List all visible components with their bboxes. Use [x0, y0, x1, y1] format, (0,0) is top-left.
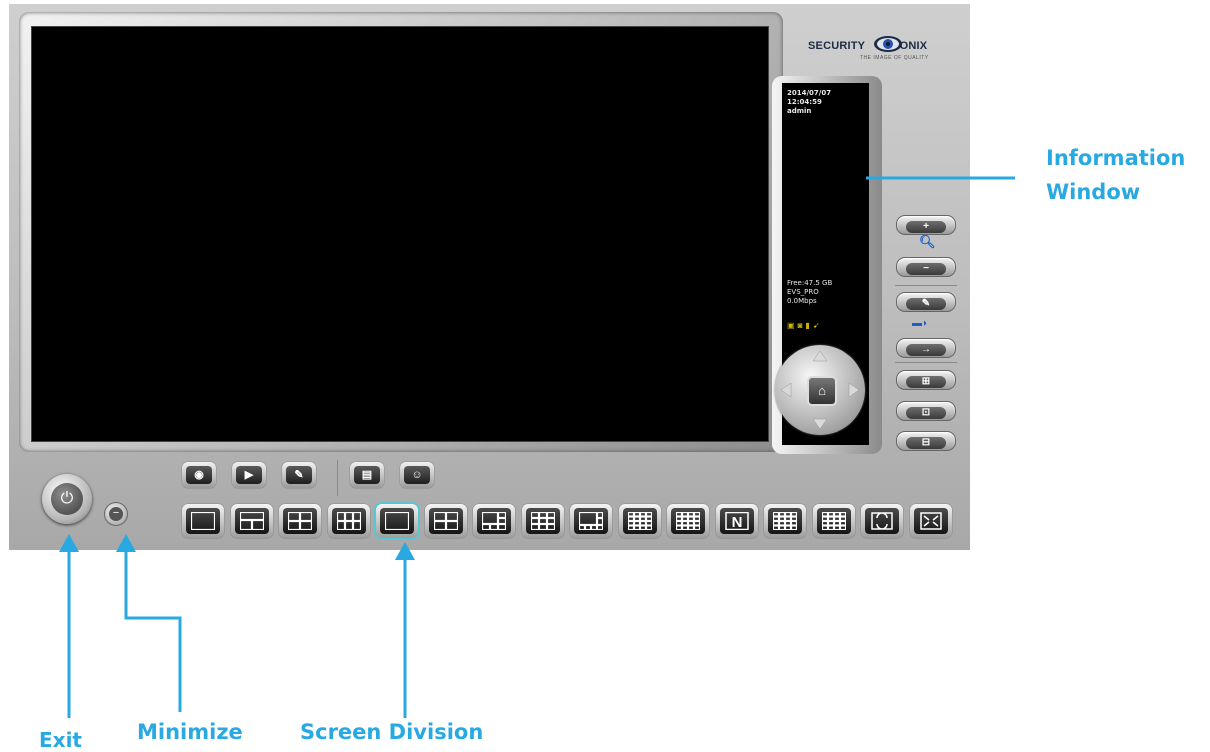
callout-screen-division: Screen Division: [300, 720, 484, 744]
callout-exit: Exit: [39, 728, 82, 752]
callout-information-line2: Window: [1046, 180, 1141, 204]
callout-minimize: Minimize: [137, 720, 243, 744]
callout-information-line1: Information: [1046, 146, 1186, 170]
callout-arrows: [59, 176, 1015, 718]
